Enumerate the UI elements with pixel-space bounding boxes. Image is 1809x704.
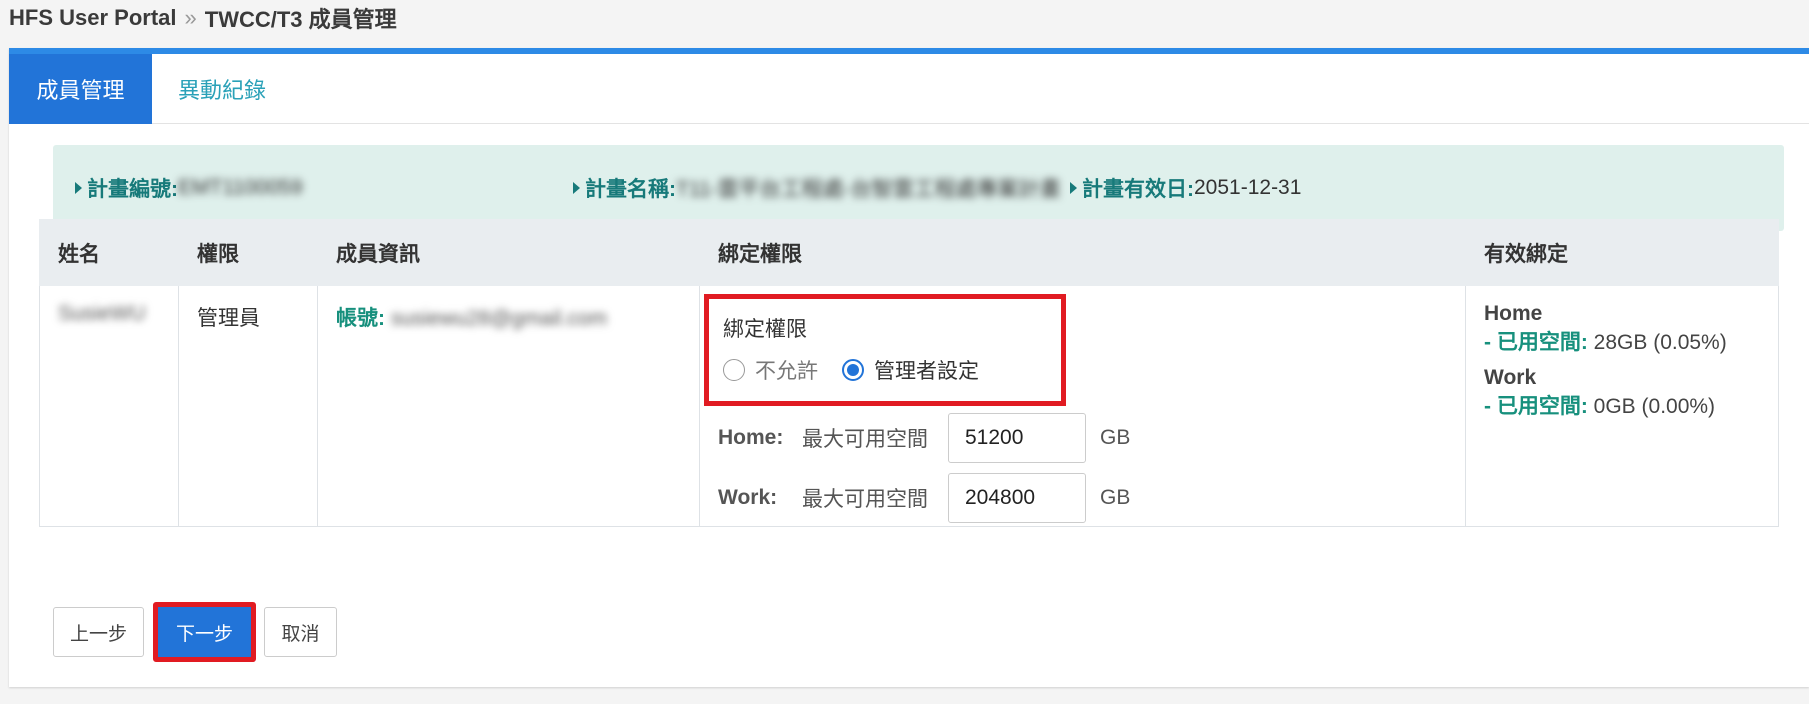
next-step-button[interactable]: 下一步	[153, 602, 256, 662]
effective-work-prefix: -	[1484, 395, 1497, 418]
radio-admin-set[interactable]	[842, 359, 864, 381]
home-quota-name: Home:	[718, 426, 784, 449]
plan-name-value: T11-雲平台工程處-台智雲工程處專案計畫	[676, 178, 1061, 201]
effective-home-title: Home	[1484, 302, 1543, 325]
tab-change-log[interactable]: 異動紀錄	[152, 54, 292, 124]
breadcrumb-separator: »	[184, 5, 197, 30]
column-header-member-info: 成員資訊	[317, 219, 700, 286]
table-header-row: 姓名 權限 成員資訊 綁定權限 有效綁定	[39, 219, 1779, 286]
caret-right-icon	[1070, 182, 1077, 194]
breadcrumb-current: TWCC/T3 成員管理	[204, 7, 397, 32]
work-quota-desc: 最大可用空間	[802, 488, 928, 511]
binding-cell: 綁定權限 不允許 管理者設定 Home: 最大可用空間 GB Work:	[699, 285, 1466, 527]
member-info-cell: 帳號: susiewu28@gmail.com	[317, 285, 700, 527]
effective-work-value: 0GB (0.00%)	[1587, 395, 1716, 418]
member-name: SusieWU	[58, 302, 146, 325]
effective-home-prefix: -	[1484, 331, 1497, 354]
effective-work-label: 已用空間:	[1496, 395, 1588, 418]
cancel-button[interactable]: 取消	[264, 607, 337, 657]
effective-home-usage: - 已用空間: 28GB (0.05%)	[1484, 326, 1760, 356]
effective-work-usage: - 已用空間: 0GB (0.00%)	[1484, 390, 1760, 420]
column-header-binding: 綁定權限	[699, 219, 1466, 286]
binding-permission-highlight: 綁定權限 不允許 管理者設定	[704, 294, 1066, 406]
plan-id-value: EMT1100059	[178, 176, 303, 199]
member-name-cell: SusieWU	[39, 285, 179, 527]
account-value: susiewu28@gmail.com	[390, 307, 608, 330]
member-role: 管理員	[197, 307, 260, 330]
work-quota-row: Work: 最大可用空間 GB	[718, 470, 1447, 526]
home-quota-desc: 最大可用空間	[802, 428, 928, 451]
plan-name-label: 計畫名稱:	[585, 178, 676, 201]
breadcrumb-root[interactable]: HFS User Portal	[9, 5, 177, 31]
breadcrumb: HFS User Portal » TWCC/T3 成員管理	[9, 4, 397, 32]
plan-expiry-value: 2051-12-31	[1194, 176, 1302, 199]
radio-disallow-label[interactable]: 不允許	[755, 355, 818, 385]
account-label: 帳號:	[336, 307, 385, 330]
plan-expiry-label: 計畫有效日:	[1082, 178, 1194, 201]
column-header-name: 姓名	[39, 219, 179, 286]
member-role-cell: 管理員	[178, 285, 318, 527]
caret-right-icon	[573, 182, 580, 194]
home-quota-row: Home: 最大可用空間 GB	[718, 410, 1447, 466]
effective-home-label: 已用空間:	[1496, 331, 1588, 354]
plan-id-label: 計畫編號:	[87, 178, 178, 201]
column-header-role: 權限	[178, 219, 318, 286]
work-quota-input[interactable]	[948, 473, 1086, 523]
binding-radio-group: 不允許 管理者設定	[723, 355, 1061, 385]
effective-binding-cell: Home - 已用空間: 28GB (0.05%) Work - 已用空間: 0…	[1465, 285, 1779, 527]
home-quota-unit: GB	[1100, 426, 1131, 449]
work-quota-name: Work:	[718, 486, 778, 509]
member-table: 姓名 權限 成員資訊 綁定權限 有效綁定 SusieWU 管理員 帳號: sus…	[39, 219, 1779, 527]
previous-step-button[interactable]: 上一步	[53, 607, 144, 657]
caret-right-icon	[75, 182, 82, 194]
tab-bar: 成員管理 異動紀錄	[9, 54, 1809, 124]
radio-disallow[interactable]	[723, 359, 745, 381]
work-quota-unit: GB	[1100, 486, 1131, 509]
table-row: SusieWU 管理員 帳號: susiewu28@gmail.com 綁定權限…	[39, 285, 1779, 527]
home-quota-input[interactable]	[948, 413, 1086, 463]
tab-member-management[interactable]: 成員管理	[9, 54, 152, 124]
radio-admin-set-label[interactable]: 管理者設定	[874, 355, 979, 385]
column-header-effective: 有效綁定	[1465, 219, 1779, 286]
binding-title: 綁定權限	[723, 318, 807, 341]
effective-work-title: Work	[1484, 366, 1537, 389]
effective-home-value: 28GB (0.05%)	[1587, 331, 1727, 354]
